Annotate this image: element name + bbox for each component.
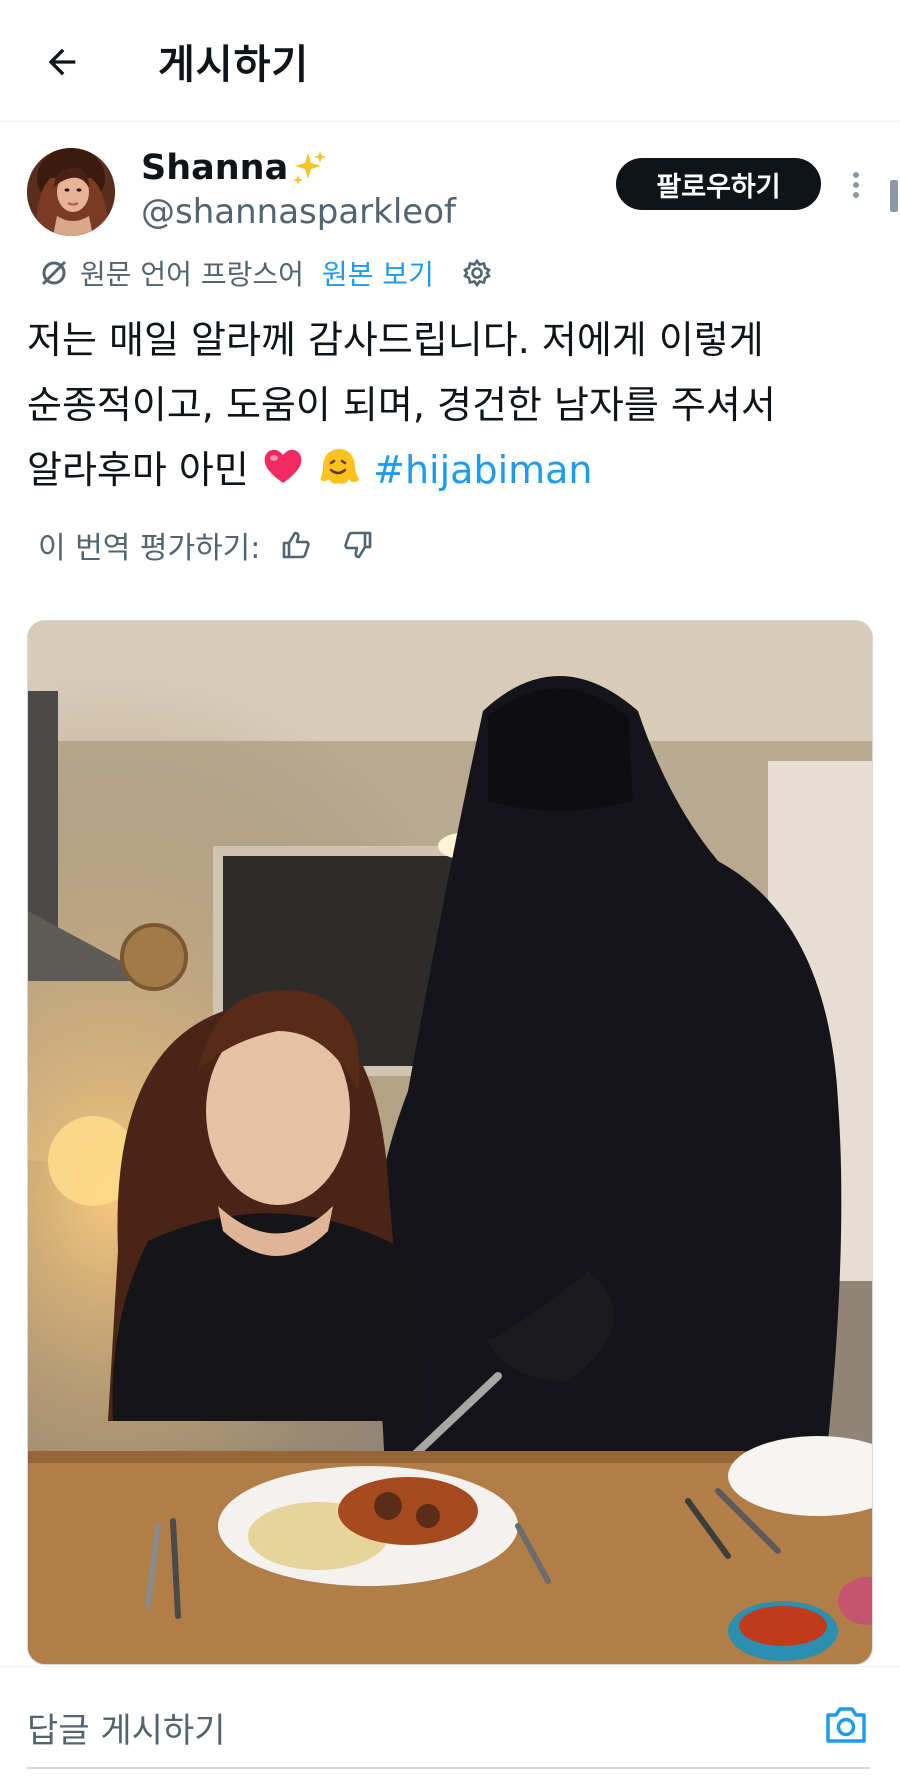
thumbs-down-button[interactable] [342, 529, 374, 561]
avatar[interactable] [27, 148, 115, 236]
back-button[interactable] [36, 36, 88, 88]
show-original-link[interactable]: 원본 보기 [322, 253, 434, 293]
heart-icon [264, 449, 302, 483]
reply-input-underline [27, 1767, 870, 1769]
follow-button[interactable]: 팔로우하기 [616, 158, 821, 210]
post-text-line: 순종적이고, 도움이 되며, 경건한 남자를 주셔서 [27, 383, 776, 427]
page-title: 게시하기 [158, 42, 310, 88]
thumbs-up-button[interactable] [280, 529, 312, 561]
scrollbar-thumb[interactable] [890, 180, 898, 212]
author-name-text: Shanna [141, 148, 289, 188]
more-options-icon[interactable] [846, 164, 866, 204]
post-media-photo[interactable] [27, 620, 873, 1665]
melting-face-icon [320, 449, 360, 484]
arrow-left-icon [48, 48, 76, 76]
gear-icon [462, 258, 491, 288]
post-text: 저는 매일 알라께 감사드립니다. 저에게 이렇게 순종적이고, 도움이 되며,… [27, 308, 867, 503]
reply-input[interactable]: 답글 게시하기 [27, 1703, 226, 1752]
translation-info: 원문 언어 프랑스어 원본 보기 [38, 250, 492, 296]
post-text-line: 저는 매일 알라께 감사드립니다. 저에게 이렇게 [27, 318, 764, 362]
hashtag-link[interactable]: #hijabiman [373, 448, 592, 492]
top-app-bar: 게시하기 [0, 0, 900, 122]
rate-translation: 이 번역 평가하기: [38, 522, 374, 568]
thumbs-down-icon [344, 531, 372, 559]
translate-icon [41, 260, 67, 286]
rate-translation-label: 이 번역 평가하기: [38, 531, 261, 566]
camera-icon [826, 1707, 866, 1743]
source-language-label: 원문 언어 프랑스어 [80, 258, 304, 291]
sparkles-icon [293, 151, 327, 185]
author-display-name[interactable]: Shanna [141, 148, 328, 188]
post-text-line: 알라후마 아민 [27, 448, 249, 492]
thumbs-up-icon [283, 531, 311, 559]
reply-bar: 답글 게시하기 [0, 1666, 900, 1778]
post-text-line-last: 알라후마 아민 #hijabiman [27, 438, 867, 503]
author-handle[interactable]: @shannasparkleof [141, 192, 456, 232]
translation-settings-button[interactable] [462, 258, 492, 288]
camera-button[interactable] [822, 1701, 870, 1749]
